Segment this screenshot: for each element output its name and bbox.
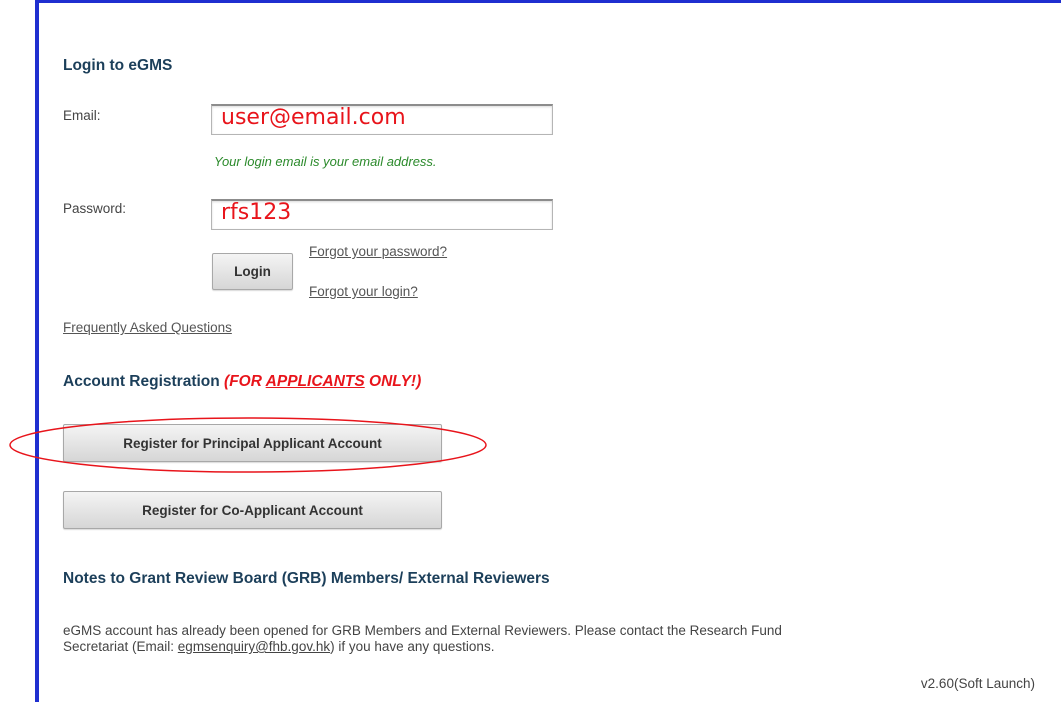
notes-line-2-suffix: ) if you have any questions. xyxy=(330,639,495,654)
notes-line-1: eGMS account has already been opened for… xyxy=(63,623,782,638)
faq-link[interactable]: Frequently Asked Questions xyxy=(63,320,232,335)
note-prefix: (FOR xyxy=(224,373,266,390)
email-label: Email: xyxy=(63,108,101,123)
email-field[interactable]: user@email.com xyxy=(211,104,553,135)
email-field-value: user@email.com xyxy=(221,105,406,130)
forgot-password-link[interactable]: Forgot your password? xyxy=(309,244,447,259)
notes-line-2-prefix: Secretariat (Email: xyxy=(63,639,178,654)
notes-title: Notes to Grant Review Board (GRB) Member… xyxy=(63,570,550,587)
notes-line-2: Secretariat (Email: egmsenquiry@fhb.gov.… xyxy=(63,639,1023,655)
frame-top-border xyxy=(37,0,1061,3)
registration-title: Account Registration (FOR APPLICANTS ONL… xyxy=(63,373,421,391)
applicants-only-note: (FOR APPLICANTS ONLY!) xyxy=(224,373,421,390)
version-label: v2.60(Soft Launch) xyxy=(920,676,1035,691)
register-principal-applicant-button[interactable]: Register for Principal Applicant Account xyxy=(63,424,442,462)
password-field-value: rfs123 xyxy=(221,200,292,225)
login-title: Login to eGMS xyxy=(63,57,173,74)
note-suffix: ONLY!) xyxy=(364,373,422,390)
registration-title-text: Account Registration xyxy=(63,373,220,390)
notes-body: eGMS account has already been opened for… xyxy=(63,623,1023,655)
password-label: Password: xyxy=(63,201,127,216)
egms-enquiry-email-link[interactable]: egmsenquiry@fhb.gov.hk xyxy=(178,639,330,654)
register-co-applicant-button[interactable]: Register for Co-Applicant Account xyxy=(63,491,442,529)
password-field[interactable]: rfs123 xyxy=(211,199,553,230)
email-hint: Your login email is your email address. xyxy=(214,154,437,169)
note-emphasis: APPLICANTS xyxy=(265,373,365,390)
forgot-login-link[interactable]: Forgot your login? xyxy=(309,284,418,299)
frame-left-border xyxy=(35,0,39,702)
login-button[interactable]: Login xyxy=(212,253,293,290)
